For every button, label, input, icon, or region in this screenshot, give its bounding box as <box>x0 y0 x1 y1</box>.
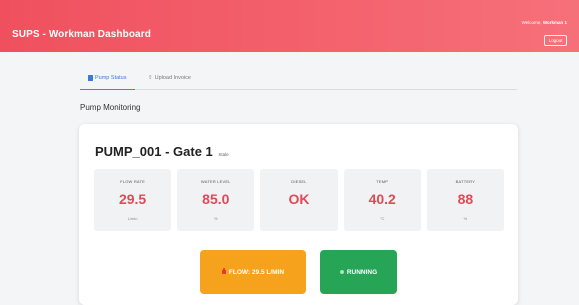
metric-value: 85.0 <box>202 191 230 207</box>
welcome-text: Welcome, Workman 1 <box>522 20 567 25</box>
running-status-label: RUNNING <box>346 268 378 276</box>
document-icon <box>88 75 93 81</box>
lock-icon <box>221 267 226 274</box>
metric-unit: % <box>214 216 218 221</box>
status-dot-icon <box>339 270 344 274</box>
metric-value: 29.5 <box>118 191 147 207</box>
tab-label: Pump Status <box>95 75 127 81</box>
pump-card: PUMP_001 - Gate 1 Stale FLOW RATE 29.5 L… <box>79 124 518 305</box>
flow-status-button[interactable]: FLOW: 29.5 L/MIN <box>200 250 306 294</box>
metrics-row: FLOW RATE 29.5 L/min WATER LEVEL 85.0 % … <box>94 169 505 231</box>
app-header: SUPS - Workman Dashboard Welcome, Workma… <box>0 0 579 52</box>
tab-label: Upload Invoice <box>154 75 191 81</box>
tab-upload-invoice[interactable]: ⇪ Upload Invoice <box>148 75 191 81</box>
metric-unit: °C <box>379 216 385 221</box>
metric-label: TEMP <box>376 179 389 184</box>
metric-battery: BATTERY 88 % <box>426 169 505 231</box>
app-title: SUPS - Workman Dashboard <box>12 29 151 40</box>
welcome-prefix: Welcome, <box>521 20 542 25</box>
tab-bar: Pump Status ⇪ Upload Invoice <box>80 70 517 91</box>
metric-water-level: WATER LEVEL 85.0 % <box>177 169 255 231</box>
metric-unit: L/min <box>127 216 138 221</box>
metric-label: FLOW RATE <box>120 179 146 184</box>
pump-name: PUMP_001 - Gate 1 <box>95 144 213 159</box>
upload-icon: ⇪ <box>148 75 153 81</box>
pump-title: PUMP_001 - Gate 1 Stale <box>95 144 229 159</box>
metric-value: OK <box>288 191 310 207</box>
flow-status-label: FLOW: 29.5 L/MIN <box>228 268 285 276</box>
pump-status: Stale <box>218 152 229 157</box>
metric-diesel: DIESEL OK <box>260 169 338 231</box>
running-status-button[interactable]: RUNNING <box>320 250 397 294</box>
metric-flow-rate: FLOW RATE 29.5 L/min <box>94 169 172 231</box>
logout-button[interactable]: Logout <box>544 35 567 46</box>
metric-unit: % <box>463 216 468 221</box>
metric-label: DIESEL <box>291 179 307 184</box>
metric-label: WATER LEVEL <box>200 179 231 184</box>
user-name: Workman 1 <box>542 20 567 25</box>
metric-temp: TEMP 40.2 °C <box>343 169 421 231</box>
section-title: Pump Monitoring <box>80 103 141 112</box>
metric-label: BATTERY <box>455 179 476 184</box>
metric-value: 88 <box>457 191 474 207</box>
tab-pump-status[interactable]: Pump Status <box>80 75 134 91</box>
metric-value: 40.2 <box>368 191 396 207</box>
